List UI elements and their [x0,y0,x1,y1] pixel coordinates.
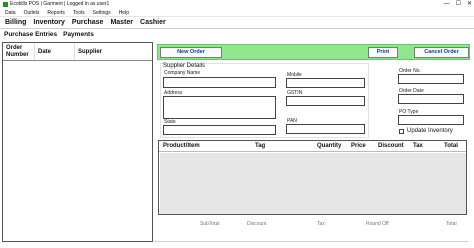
mobile-field[interactable] [286,78,365,88]
col-supplier[interactable]: Supplier [75,43,152,60]
discount-total-label: Discount [247,221,267,227]
window-title: Ecobills POS | Garment | Logged in as us… [10,1,110,7]
window-controls: — ☐ ✕ [444,0,472,9]
menu-bar: Data Outlets Reports Tools Settings Help [0,9,474,17]
items-table-header: Product/Item Tag Quantity Price Discount… [159,141,466,152]
tab-cashier[interactable]: Cashier [139,17,167,28]
menu-reports[interactable]: Reports [47,9,65,16]
minimize-icon[interactable]: — [444,0,450,9]
tab-purchase[interactable]: Purchase [71,17,105,28]
order-no-field[interactable] [398,74,464,84]
purchase-subtabs: Purchase Entries Payments [0,30,474,40]
update-inventory-checkbox[interactable] [399,128,404,134]
bottom-divider [155,241,468,242]
tab-payments[interactable]: Payments [63,30,94,40]
title-bar: Ecobills POS | Garment | Logged in as us… [0,0,474,9]
supplier-details-title: Supplier Details [163,63,206,69]
items-table: Product/Item Tag Quantity Price Discount… [158,140,467,215]
pan-field[interactable] [286,124,365,134]
col-order-number[interactable]: Order Number [3,43,35,60]
action-bar: New Order Print Cancel Order [157,44,470,60]
col-product[interactable]: Product/Item [163,143,200,149]
col-tag[interactable]: Tag [255,143,265,149]
close-icon[interactable]: ✕ [467,0,472,9]
tab-billing[interactable]: Billing [4,17,27,28]
cancel-order-button[interactable]: Cancel Order [414,47,469,58]
order-list-header: Order Number Date Supplier [3,43,152,61]
col-price[interactable]: Price [351,143,366,149]
col-discount[interactable]: Discount [378,143,404,149]
address-field[interactable] [163,96,276,119]
po-type-field[interactable] [398,115,464,125]
menu-tools[interactable]: Tools [73,9,85,16]
maximize-icon[interactable]: ☐ [456,0,461,9]
grand-total-label: Total [446,221,457,227]
menu-outlets[interactable]: Outlets [24,9,40,16]
col-date[interactable]: Date [35,43,75,60]
main-nav: Billing Inventory Purchase Master Cashie… [0,17,474,29]
items-table-body[interactable] [160,153,466,214]
update-inventory-option[interactable]: Update Inventory [399,128,453,134]
gstin-field[interactable] [286,96,365,106]
state-field[interactable] [163,125,276,135]
col-quantity[interactable]: Quantity [317,143,341,149]
new-order-button[interactable]: New Order [160,47,222,58]
menu-settings[interactable]: Settings [93,9,111,16]
col-total[interactable]: Total [444,143,458,149]
company-name-label: Company Name [164,70,201,76]
order-date-field[interactable] [398,94,464,104]
col-tax[interactable]: Tax [413,143,423,149]
company-name-field[interactable] [163,77,276,88]
app-logo-icon [3,2,8,7]
subtotal-label: SubTotal [200,221,220,227]
menu-data[interactable]: Data [5,9,16,16]
update-inventory-label: Update Inventory [407,128,453,134]
tax-total-label: Tax [317,221,325,227]
round-off-label: Round Off [366,221,389,227]
tab-purchase-entries[interactable]: Purchase Entries [4,30,57,40]
print-button[interactable]: Print [368,47,398,58]
tab-inventory[interactable]: Inventory [32,17,66,28]
order-list-panel: Order Number Date Supplier [2,42,153,242]
tab-master[interactable]: Master [109,17,134,28]
menu-help[interactable]: Help [119,9,129,16]
